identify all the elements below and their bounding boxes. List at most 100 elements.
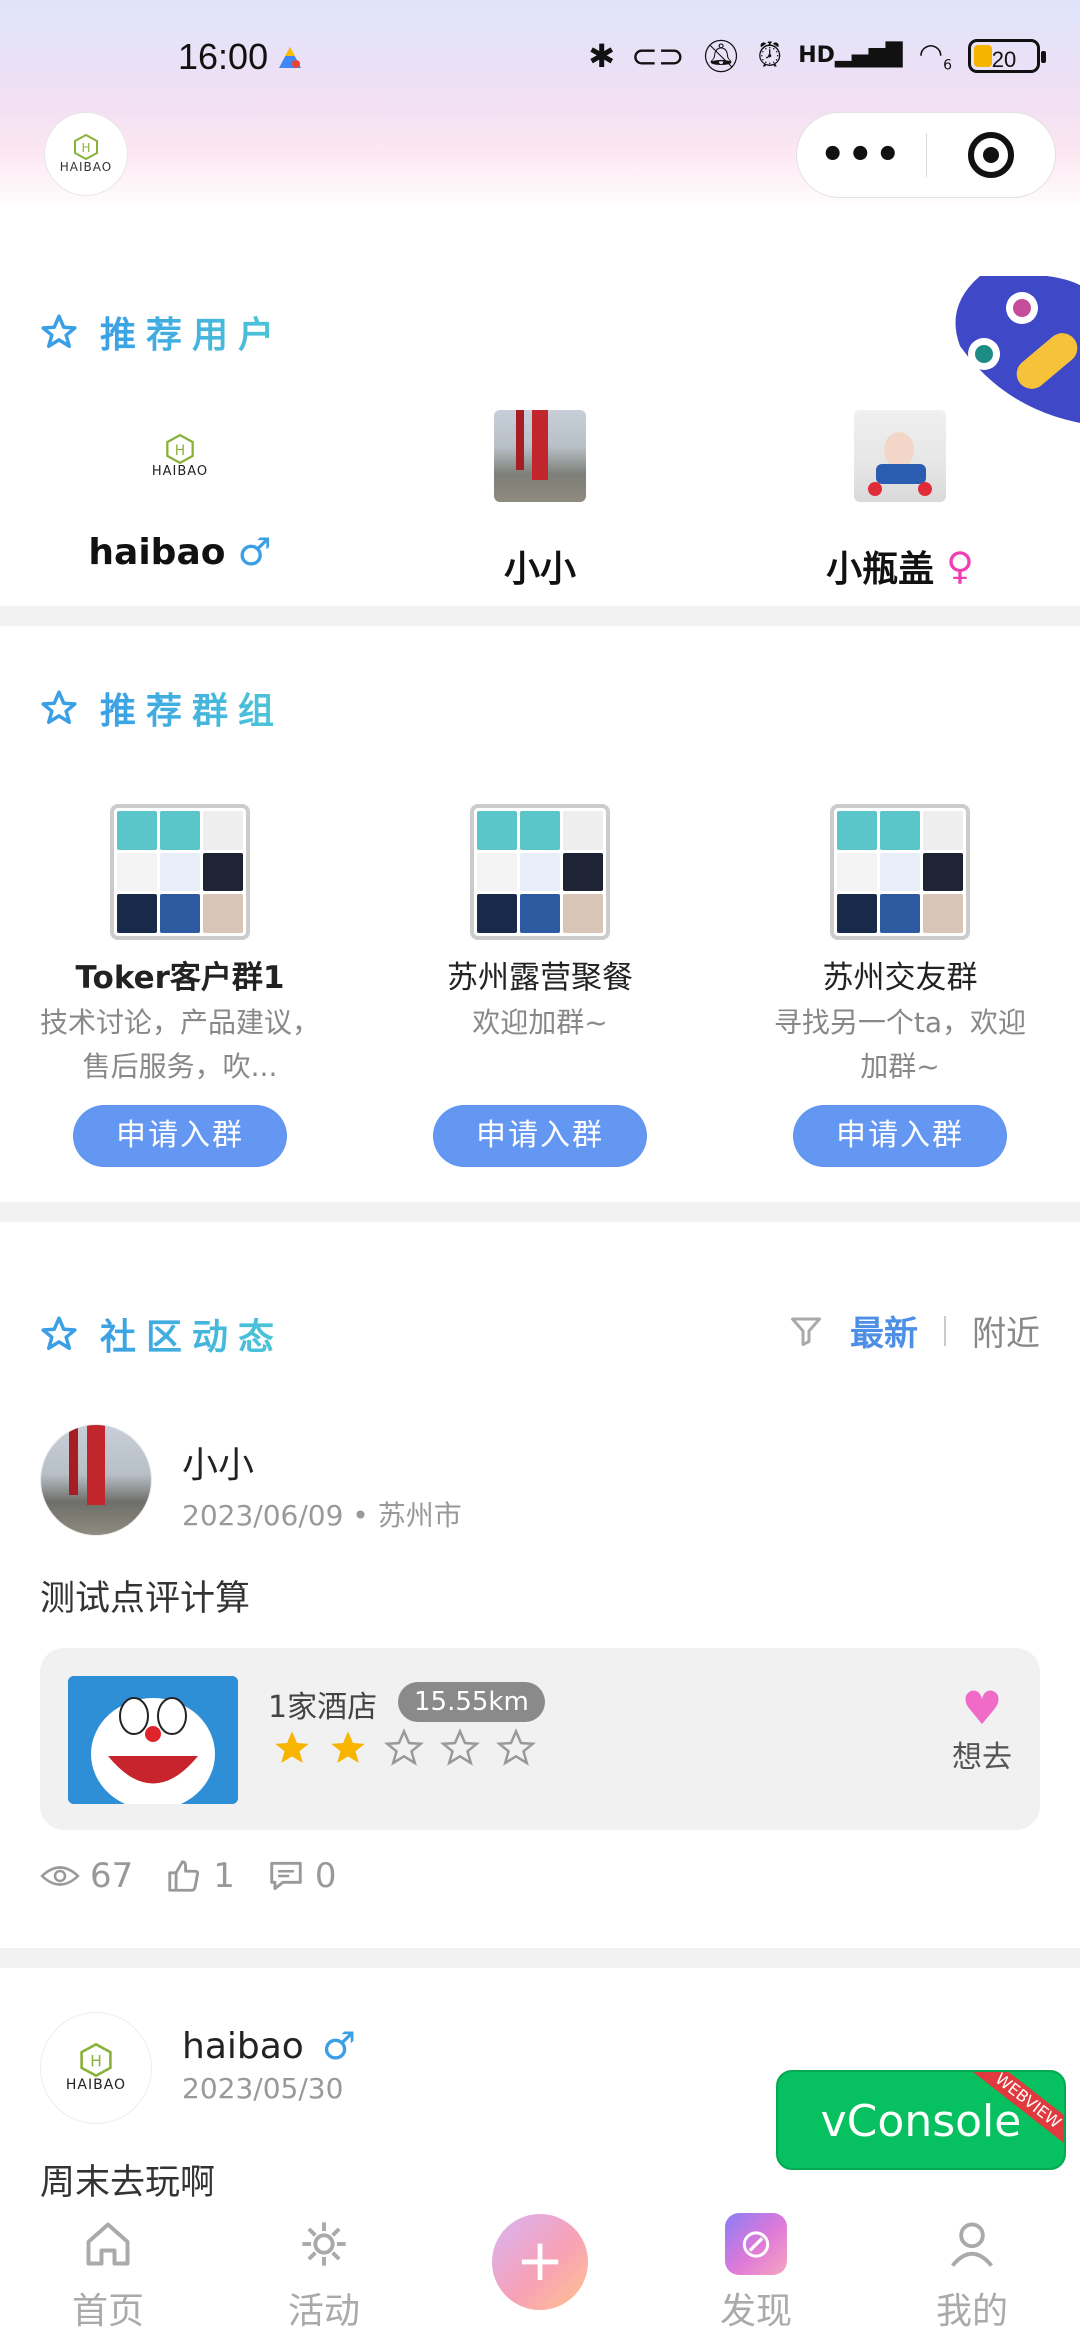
nav-profile[interactable]: 我的 [902, 2214, 1042, 2334]
post-author-avatar[interactable]: H HAIBAO [40, 2012, 152, 2124]
filter-icon[interactable] [788, 1313, 824, 1349]
recommend-users-header: 推荐用户 [40, 306, 284, 358]
miniprogram-capsule: ••• [796, 112, 1056, 198]
recommend-groups-header: 推荐群组 [40, 682, 284, 734]
views-count: 67 [90, 1856, 134, 1896]
post-date: 2023/05/30 [182, 2072, 344, 2105]
user-card[interactable]: 小瓶盖 ♀ [750, 410, 1050, 592]
nav-activity[interactable]: 活动 [254, 2214, 394, 2334]
nav-discover[interactable]: ⊘ 发现 [686, 2213, 826, 2334]
post-date: 2023/06/09 [182, 1499, 344, 1532]
nav-label: 我的 [935, 2291, 1008, 2332]
star-outline-icon [41, 690, 77, 724]
join-group-button[interactable]: 申请入群 [73, 1105, 287, 1167]
tab-nearby[interactable]: 附近 [972, 1306, 1040, 1355]
status-bar: 16:00 ✱ ⊂⊃ 🔕︎ ⏰︎ HD▂▄▆█ ◠6 20 [0, 30, 1080, 90]
community-feed-section: 社区动态 最新 附近 小小 2023/06/09 • 苏州市 测试点评计算 1家… [0, 1222, 1080, 1948]
status-icons: ✱ ⊂⊃ 🔕︎ ⏰︎ HD▂▄▆█ ◠6 20 [588, 36, 1046, 75]
post-stats: 67 1 0 [40, 1856, 337, 1896]
wifi-icon: ◠6 [918, 37, 952, 74]
group-card[interactable]: 苏州交友群 寻找另一个ta，欢迎加群~ 申请入群 [760, 804, 1040, 1167]
group-name: 苏州露营聚餐 [447, 960, 633, 996]
user-name-row: 小小 [390, 540, 690, 592]
nav-home[interactable]: 首页 [38, 2214, 178, 2334]
haibao-logo-icon: H [80, 2043, 112, 2077]
user-name: 小小 [503, 549, 576, 590]
group-description: 欢迎加群~ [472, 1006, 608, 1039]
post-author-name[interactable]: 小小 [182, 1436, 254, 1488]
group-description: 技术讨论，产品建议，售后服务，吹... [40, 1006, 320, 1083]
user-card[interactable]: H HAIBAO haibao ♂ [30, 410, 330, 574]
card-title: 1家酒店 [268, 1690, 378, 1725]
section-title: 推荐用户 [100, 306, 284, 358]
nav-label: 活动 [287, 2291, 360, 2332]
post-meta: 2023/06/09 • 苏州市 [182, 1494, 462, 1534]
activity-icon [302, 2222, 346, 2266]
post-content: 周末去玩啊 [40, 2163, 216, 2203]
join-group-button[interactable]: 申请入群 [793, 1105, 1007, 1167]
eye-icon [40, 1866, 80, 1886]
want-to-go-button[interactable]: ♥ 想去 [952, 1684, 1012, 1776]
vconsole-button[interactable]: vConsole WEBVIEW [776, 2070, 1066, 2170]
group-card[interactable]: Toker客户群1 技术讨论，产品建议，售后服务，吹... 申请入群 [40, 804, 320, 1167]
haibao-logo-icon: H [166, 433, 194, 464]
star-outline-icon [41, 1316, 77, 1350]
comment-button[interactable]: 0 [267, 1856, 337, 1896]
male-icon: ♂ [321, 2024, 356, 2068]
user-name: 小瓶盖 [826, 549, 935, 590]
user-name-row: 小瓶盖 ♀ [750, 540, 1050, 592]
avatar: H HAIBAO [134, 410, 226, 502]
star-rating [272, 1728, 536, 1768]
male-icon: ♂ [237, 530, 272, 574]
group-avatar-grid [830, 804, 970, 940]
toggle-icon: ⊂⊃ [631, 36, 685, 75]
doraemon-image [68, 1676, 238, 1804]
mascot-float-icon[interactable] [950, 276, 1080, 426]
section-title: 社区动态 [100, 1308, 284, 1360]
logo-text: HAIBAO [59, 160, 113, 174]
tab-divider [944, 1315, 946, 1346]
post-content: 测试点评计算 [40, 1579, 251, 1619]
user-card[interactable]: 小小 [390, 410, 690, 592]
community-feed-header: 社区动态 [40, 1308, 284, 1360]
likes-count: 1 [213, 1856, 235, 1896]
star-filled-icon [331, 1731, 365, 1763]
group-card[interactable]: 苏州露营聚餐 欢迎加群~ 申请入群 [400, 804, 680, 1167]
svg-text:H: H [81, 141, 90, 155]
thumbs-up-icon [168, 1860, 200, 1892]
want-label: 想去 [952, 1740, 1012, 1775]
comments-count: 0 [314, 1856, 337, 1896]
hotel-review-card[interactable]: 1家酒店 15.55km ♥ 想去 [40, 1648, 1040, 1830]
avatar [494, 410, 586, 502]
group-avatar-grid [470, 804, 610, 940]
section-title: 推荐群组 [100, 682, 284, 734]
more-menu-button[interactable]: ••• [797, 132, 926, 178]
tab-latest[interactable]: 最新 [850, 1306, 918, 1355]
like-button[interactable]: 1 [165, 1856, 235, 1896]
group-name: 苏州交友群 [822, 960, 978, 996]
heart-icon: ♥ [961, 1681, 1003, 1735]
meta-separator: • [352, 1499, 378, 1532]
join-group-button[interactable]: 申请入群 [433, 1105, 647, 1167]
user-name: haibao [88, 531, 226, 573]
post-location: 苏州市 [377, 1499, 462, 1532]
vconsole-label: vConsole [820, 2096, 1022, 2147]
logo-text: HAIBAO [151, 463, 209, 479]
svg-text:H: H [175, 442, 185, 458]
views-stat: 67 [40, 1856, 133, 1896]
post-author-avatar[interactable] [40, 1424, 152, 1536]
logo-text: HAIBAO [65, 2077, 127, 2093]
post-author-name[interactable]: haibao [182, 2026, 304, 2067]
post-author-row: haibao ♂ [182, 2024, 356, 2068]
plus-icon: + [515, 2226, 565, 2294]
close-miniprogram-button[interactable] [926, 132, 1055, 178]
star-filled-icon [275, 1731, 309, 1763]
nav-label: 首页 [71, 2291, 144, 2332]
battery-icon: 20 [968, 38, 1046, 73]
app-logo[interactable]: H HAIBAO [44, 112, 128, 196]
user-name-row: haibao ♂ [30, 530, 330, 574]
female-icon: ♀ [946, 544, 974, 588]
star-empty-icon [384, 1728, 424, 1766]
create-post-button[interactable]: + [492, 2214, 588, 2310]
bluetooth-icon: ✱ [588, 36, 616, 75]
